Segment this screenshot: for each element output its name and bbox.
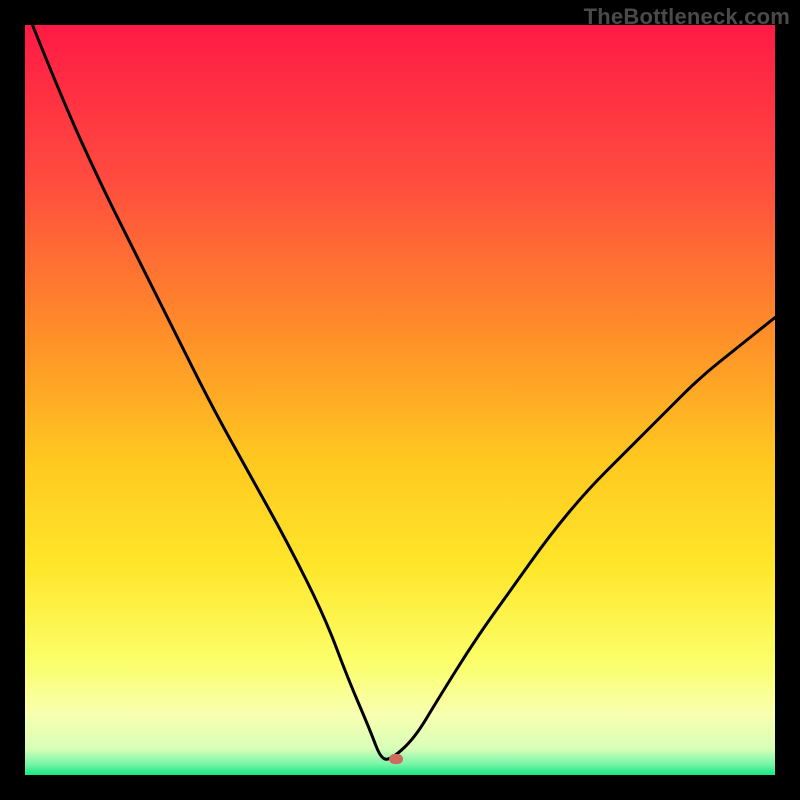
watermark-text: TheBottleneck.com — [584, 4, 790, 30]
plot-svg — [25, 25, 775, 775]
gradient-background — [25, 25, 775, 775]
optimal-point-marker — [389, 754, 403, 764]
chart-frame: TheBottleneck.com — [0, 0, 800, 800]
plot-area — [25, 25, 775, 775]
